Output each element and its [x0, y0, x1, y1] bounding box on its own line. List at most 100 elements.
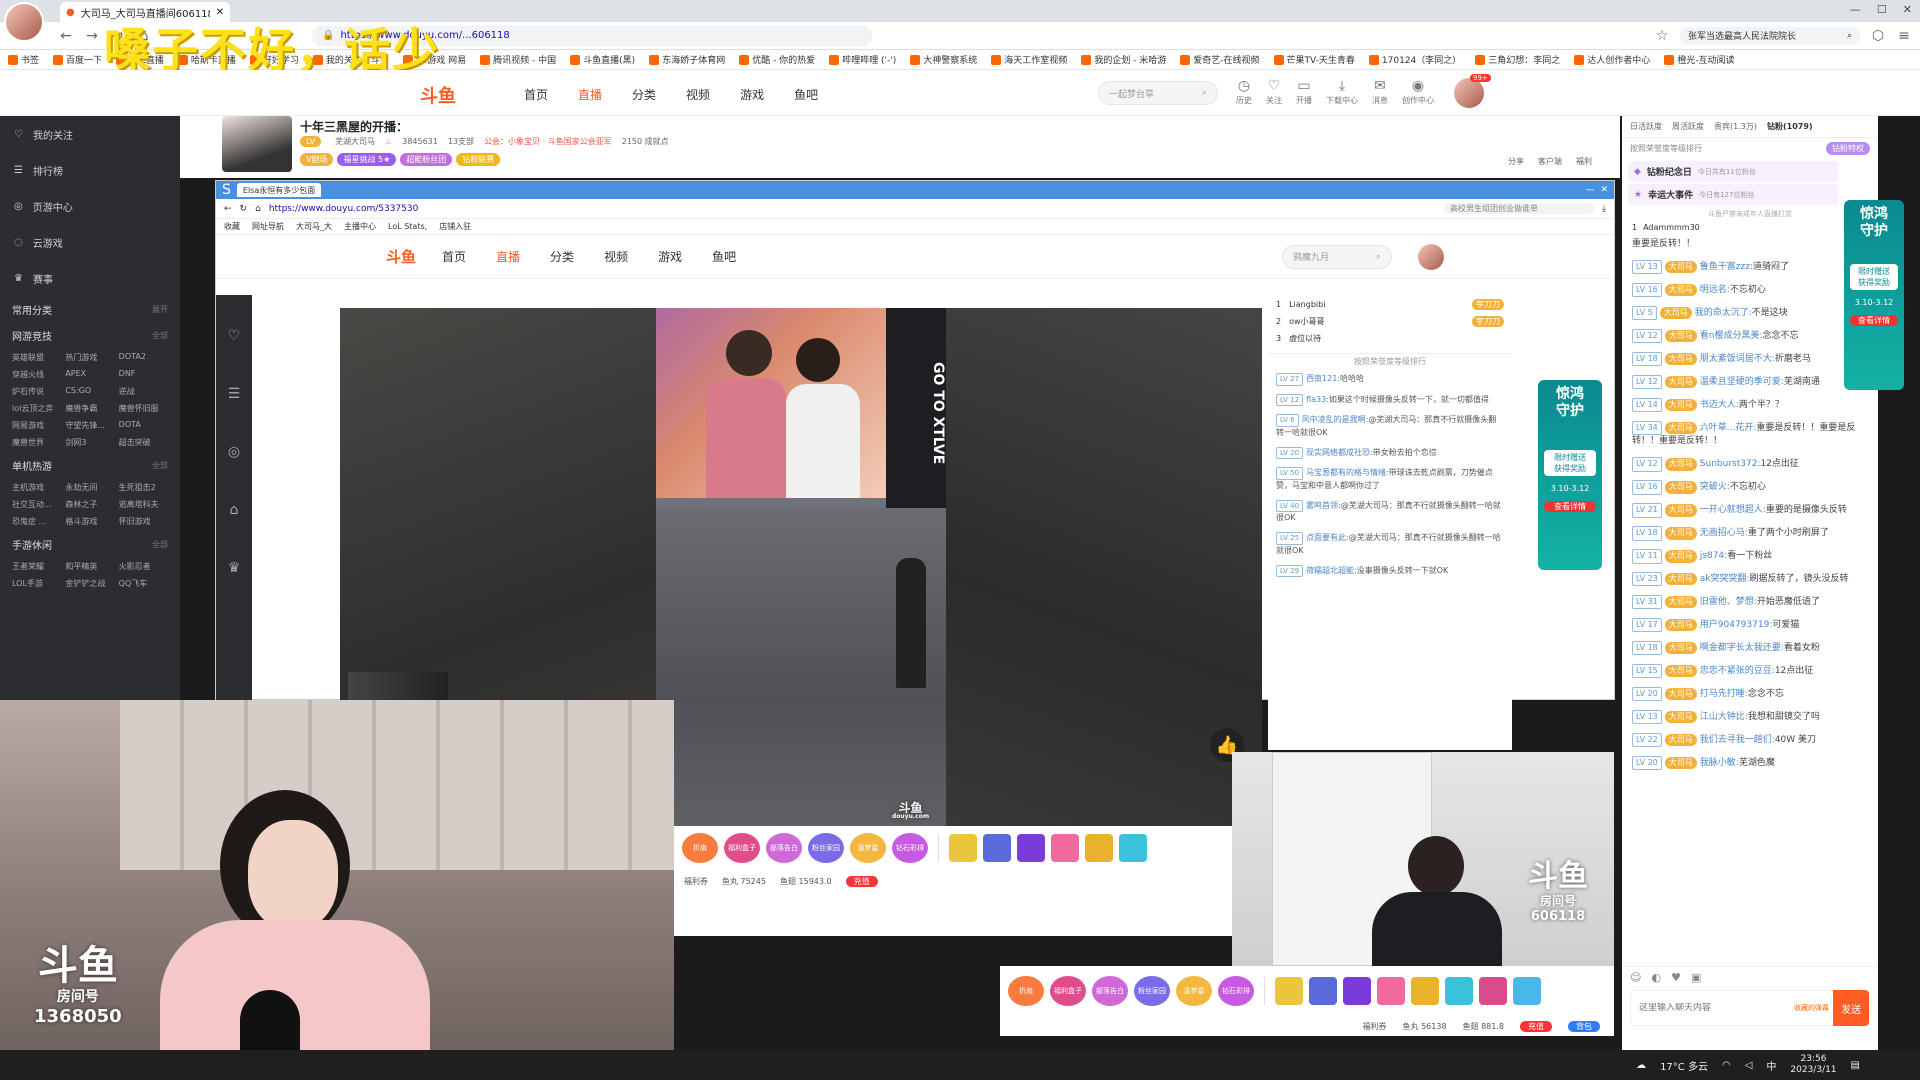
search-icon[interactable]: ⌕: [1847, 31, 1852, 41]
home-icon[interactable]: ⌂: [255, 204, 261, 214]
bookmark-item[interactable]: 哔哩哔哩 ('-'): [829, 53, 896, 66]
header-icon-item[interactable]: ◉ 创作中心: [1402, 78, 1434, 106]
streamer-name[interactable]: 芜湖大司马: [335, 136, 375, 147]
chat-nick[interactable]: Sunburst372:: [1700, 459, 1761, 469]
gift-item[interactable]: 凌梦星: [1176, 976, 1212, 1006]
minimize-icon[interactable]: —: [1850, 3, 1861, 16]
chat-nick[interactable]: 风中凌乱的是我啊:: [1302, 415, 1369, 424]
gift-item-small[interactable]: [1051, 834, 1079, 862]
inner-nav-item[interactable]: 鱼吧: [712, 248, 736, 265]
gift-item[interactable]: 钻石彩排: [892, 833, 928, 863]
chat-tab[interactable]: 周活跃度: [1672, 121, 1704, 132]
bookmark-item[interactable]: 170124（李同之）: [1368, 53, 1461, 66]
inner-bookmark[interactable]: 店铺入驻: [439, 221, 471, 232]
inner-avatar[interactable]: [1418, 243, 1444, 270]
inner-bookmark[interactable]: 大司马_大: [296, 221, 332, 232]
sidebar-item[interactable]: ☰ 排行榜: [0, 152, 180, 188]
game-link[interactable]: 网易游戏: [12, 420, 61, 431]
streamer-chip[interactable]: 钻粉联赛: [456, 153, 501, 166]
inner-nav-item[interactable]: 首页: [442, 248, 466, 265]
game-link[interactable]: 魔兽争霸: [65, 403, 114, 414]
chat-nick[interactable]: 六叶草...花开:: [1700, 423, 1757, 433]
chat-nick[interactable]: 我的命太沉了:: [1695, 308, 1752, 318]
sidebar-item[interactable]: ◎ 页游中心: [0, 188, 180, 224]
gift-item[interactable]: 粉丝家园: [1134, 976, 1170, 1006]
chat-nick[interactable]: 我们去寻我一趟们:: [1700, 735, 1775, 745]
close-window-icon[interactable]: ✕: [1903, 3, 1912, 16]
chat-nick[interactable]: 温柔且坚硬的季可爱:: [1700, 377, 1784, 387]
inner-welfare[interactable]: 福利券: [684, 876, 708, 887]
gift-item[interactable]: 钻石彩排: [1218, 976, 1254, 1006]
chat-nick[interactable]: 点面要有此:: [1306, 533, 1349, 542]
chat-nick[interactable]: 鲁鱼干富zzz:: [1700, 262, 1753, 272]
inner-minimize-icon[interactable]: —: [1585, 185, 1594, 195]
game-link[interactable]: 王者荣耀: [12, 561, 61, 572]
bookmark-item[interactable]: 大神警察系统: [910, 53, 977, 66]
game-link[interactable]: 魔兽怀旧服: [119, 403, 168, 414]
game-link[interactable]: 生死狙击2: [119, 482, 168, 493]
nav-item[interactable]: 视频: [686, 86, 710, 103]
game-link[interactable]: 金铲铲之战: [65, 578, 114, 589]
gift-item-small[interactable]: [949, 834, 977, 862]
nav-item[interactable]: 分类: [632, 86, 656, 103]
streamer-action[interactable]: 福利: [1576, 156, 1592, 167]
bullet-style-link[interactable]: 收藏的弹幕: [1790, 1003, 1833, 1013]
gift-item-small[interactable]: [1017, 834, 1045, 862]
chat-nick[interactable]: 江山大钟比:: [1700, 712, 1748, 722]
gift-item-small[interactable]: [1309, 977, 1337, 1005]
chat-nick[interactable]: 无画招心马:: [1700, 528, 1748, 538]
outer-welfare[interactable]: 福利券: [1363, 1021, 1387, 1032]
rank-row[interactable]: 1 Liangbibi 宇刀刀: [1276, 296, 1504, 313]
gift-item[interactable]: 折扇: [1008, 976, 1044, 1006]
gift-item[interactable]: 折扇: [682, 833, 718, 863]
bookmark-item[interactable]: 东海娇子体育网: [649, 53, 725, 66]
gift-item[interactable]: 部落告白: [766, 833, 802, 863]
game-link[interactable]: 剑网3: [65, 437, 114, 448]
bookmark-item[interactable]: 优酷 - 你的热爱: [739, 53, 815, 66]
inner-bookmark[interactable]: 主播中心: [344, 221, 376, 232]
bookmark-item[interactable]: 橙光-互动阅读: [1664, 53, 1735, 66]
chat-nick[interactable]: 看n樱成分黑美:: [1700, 331, 1763, 341]
streamer-action[interactable]: 分享: [1508, 156, 1524, 167]
volume-icon[interactable]: ◁: [1745, 1060, 1753, 1071]
game-link[interactable]: 火影忍者: [119, 561, 168, 572]
game-link[interactable]: 逆战: [119, 386, 168, 397]
streamer-chip[interactable]: 福星挑战 5★: [337, 153, 397, 166]
event1-title[interactable]: 钻粉纪念日: [1647, 165, 1692, 178]
extension-icon[interactable]: ⬡: [1870, 28, 1886, 44]
trophy-icon[interactable]: ♛: [216, 539, 252, 597]
chat-nick[interactable]: 突破火:: [1700, 482, 1730, 492]
search-icon[interactable]: ⌕: [1202, 88, 1207, 98]
inner-nav-item[interactable]: 视频: [604, 248, 628, 265]
chat-nick[interactable]: 西南121:: [1306, 374, 1340, 383]
weather-text[interactable]: 17°C 多云: [1660, 1058, 1708, 1073]
chat-nick[interactable]: 我脉小敏:: [1700, 758, 1739, 768]
refresh-icon[interactable]: ↻: [240, 204, 248, 214]
inner-search[interactable]: 鸦魔九月 ⌕: [1282, 244, 1392, 269]
game-link[interactable]: DNF: [119, 369, 168, 380]
gift-small-icon[interactable]: ▣: [1691, 971, 1701, 984]
streamer-chip[interactable]: 超能粉丝团: [400, 153, 453, 166]
douyu-logo[interactable]: 斗鱼: [420, 82, 456, 108]
inner-nav-item[interactable]: 游戏: [658, 248, 682, 265]
game-link[interactable]: QQ飞车: [119, 578, 168, 589]
chat-nick[interactable]: 马宝葱都有的格与情绪:: [1306, 468, 1389, 477]
game-link[interactable]: DOTA2: [119, 352, 168, 363]
game-link[interactable]: 格斗游戏: [65, 516, 114, 527]
inner-nav-item[interactable]: 直播: [496, 248, 520, 265]
game-link[interactable]: 社交互动...: [12, 499, 61, 510]
chat-tab[interactable]: 日活跃度: [1630, 121, 1662, 132]
bookmark-item[interactable]: 爱奇艺-在线视频: [1180, 53, 1260, 66]
gift-item-small[interactable]: [1411, 977, 1439, 1005]
bookmark-item[interactable]: 达人创作者中心: [1574, 53, 1650, 66]
section-more[interactable]: 全部: [152, 330, 168, 341]
download-icon[interactable]: ⤓: [1602, 204, 1606, 214]
section-more[interactable]: 全部: [152, 539, 168, 550]
fans-icon[interactable]: ♥: [1671, 971, 1681, 984]
chat-input[interactable]: [1631, 1003, 1790, 1013]
gift-item-small[interactable]: [1445, 977, 1473, 1005]
gift-item-small[interactable]: [983, 834, 1011, 862]
gift-item-small[interactable]: [1343, 977, 1371, 1005]
gift-item-small[interactable]: [1275, 977, 1303, 1005]
inner-search-field[interactable]: 高校男生组团创业做谁单: [1444, 203, 1595, 214]
